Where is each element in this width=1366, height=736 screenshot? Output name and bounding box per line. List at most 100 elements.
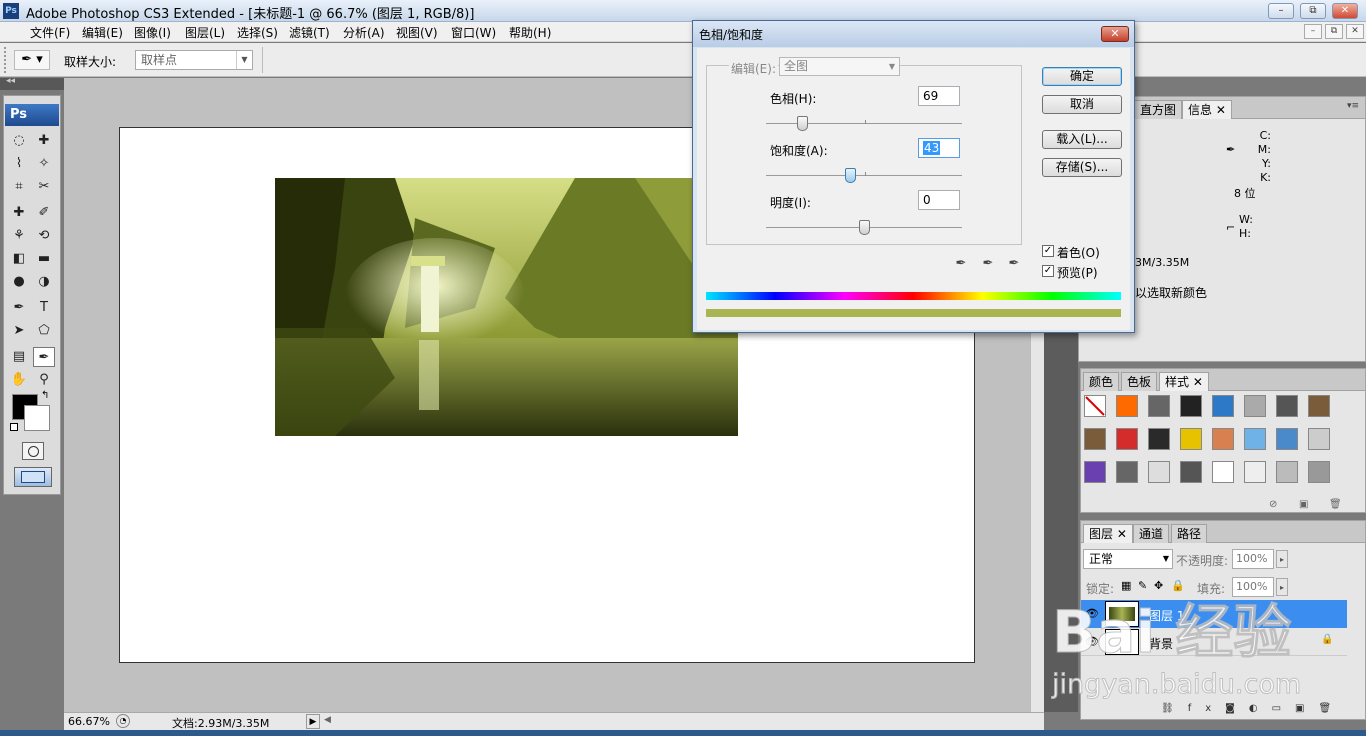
- lock-transparency-icon[interactable]: ▦: [1121, 579, 1131, 592]
- saturation-input[interactable]: 43: [918, 138, 960, 158]
- fx-icon[interactable]: fx: [1188, 703, 1225, 714]
- tool-preset-eyedropper-icon[interactable]: ✒ ▾: [14, 50, 50, 70]
- menu-edit[interactable]: 编辑(E): [79, 24, 126, 41]
- style-swatch[interactable]: [1180, 428, 1202, 450]
- delete-style-icon[interactable]: 🗑: [1329, 499, 1342, 510]
- zoom-level[interactable]: 66.67%: [68, 715, 110, 728]
- cancel-button[interactable]: 取消: [1042, 95, 1122, 114]
- tab-info[interactable]: 信息 ✕: [1182, 100, 1232, 119]
- style-swatch-none[interactable]: [1084, 395, 1106, 417]
- marquee-icon[interactable]: ◌: [8, 131, 30, 151]
- style-swatch[interactable]: [1116, 461, 1138, 483]
- blur-icon[interactable]: ●: [8, 272, 30, 292]
- style-swatch[interactable]: [1308, 395, 1330, 417]
- style-swatch[interactable]: [1084, 428, 1106, 450]
- menu-image[interactable]: 图像(I): [131, 24, 174, 41]
- preview-checkbox[interactable]: ✓: [1042, 265, 1054, 277]
- style-swatch[interactable]: [1180, 395, 1202, 417]
- menu-analysis[interactable]: 分析(A): [340, 24, 388, 41]
- tab-layers[interactable]: 图层 ✕: [1083, 524, 1133, 543]
- brush-icon[interactable]: ✐: [33, 203, 55, 223]
- scroll-left-icon[interactable]: ◀: [324, 715, 331, 725]
- layer-name[interactable]: 图层 1: [1149, 607, 1184, 624]
- style-swatch[interactable]: [1180, 461, 1202, 483]
- doc-restore-button[interactable]: ⧉: [1325, 24, 1343, 39]
- clear-style-icon[interactable]: ⊘: [1269, 499, 1277, 510]
- fill-input[interactable]: 100%: [1232, 577, 1274, 597]
- menu-window[interactable]: 窗口(W): [448, 24, 499, 41]
- tab-channels[interactable]: 通道: [1133, 524, 1170, 543]
- sample-size-select[interactable]: 取样点 ▼: [135, 50, 253, 70]
- doc-minimize-button[interactable]: –: [1304, 24, 1322, 39]
- tab-histogram[interactable]: 直方图: [1134, 100, 1183, 119]
- hue-input[interactable]: 69: [918, 86, 960, 106]
- group-icon[interactable]: ▭: [1272, 703, 1295, 714]
- quick-mask-icon[interactable]: [22, 442, 44, 460]
- tab-styles[interactable]: 样式 ✕: [1159, 372, 1209, 391]
- minimize-button[interactable]: –: [1268, 3, 1294, 19]
- waterfall-image-layer[interactable]: [275, 178, 738, 436]
- swap-colors-icon[interactable]: ↰: [41, 390, 49, 401]
- lightness-input[interactable]: 0: [918, 190, 960, 210]
- tab-color[interactable]: 颜色: [1083, 372, 1120, 391]
- crop-icon[interactable]: ⌗: [8, 177, 30, 197]
- style-swatch[interactable]: [1212, 395, 1234, 417]
- eyedropper-minus-icon[interactable]: ✒: [1005, 256, 1023, 274]
- hue-slider-thumb[interactable]: [797, 116, 808, 131]
- layer-name[interactable]: 背景: [1149, 635, 1173, 652]
- eraser-icon[interactable]: ◧: [8, 249, 30, 269]
- screen-mode-icon[interactable]: [14, 467, 52, 487]
- lock-paint-icon[interactable]: ✎: [1138, 579, 1147, 592]
- menu-file[interactable]: 文件(F): [27, 24, 73, 41]
- menu-filter[interactable]: 滤镜(T): [286, 24, 333, 41]
- style-swatch[interactable]: [1244, 395, 1266, 417]
- zoom-icon[interactable]: ⚲: [33, 370, 55, 390]
- gradient-icon[interactable]: ▬: [33, 249, 55, 269]
- hue-slider-track[interactable]: [766, 123, 962, 124]
- style-swatch[interactable]: [1276, 395, 1298, 417]
- menu-view[interactable]: 视图(V): [393, 24, 441, 41]
- tab-paths[interactable]: 路径: [1171, 524, 1208, 543]
- save-button[interactable]: 存储(S)...: [1042, 158, 1122, 177]
- tab-swatches[interactable]: 色板: [1121, 372, 1158, 391]
- toolbox-header[interactable]: ◂◂: [0, 76, 64, 90]
- visibility-eye-icon[interactable]: 👁: [1085, 607, 1099, 620]
- healing-icon[interactable]: ✚: [8, 203, 30, 223]
- fill-arrow-icon[interactable]: ▸: [1276, 578, 1288, 596]
- status-info-icon[interactable]: ◔: [116, 714, 130, 728]
- lock-all-icon[interactable]: 🔒: [1171, 579, 1185, 592]
- colorize-checkbox[interactable]: ✓: [1042, 245, 1054, 257]
- slice-icon[interactable]: ✂: [33, 177, 55, 197]
- clone-stamp-icon[interactable]: ⚘: [8, 226, 30, 246]
- menu-select[interactable]: 选择(S): [234, 24, 281, 41]
- shape-icon[interactable]: ⬠: [33, 321, 55, 341]
- style-swatch[interactable]: [1308, 428, 1330, 450]
- lock-move-icon[interactable]: ✥: [1154, 579, 1163, 592]
- new-layer-icon[interactable]: ▣: [1295, 703, 1318, 714]
- style-swatch[interactable]: [1308, 461, 1330, 483]
- link-icon[interactable]: ⛓: [1161, 703, 1188, 714]
- adjustment-icon[interactable]: ◐: [1249, 703, 1272, 714]
- panel-menu-icon[interactable]: ▾≡: [1347, 101, 1359, 111]
- pen-icon[interactable]: ✒: [8, 298, 30, 318]
- options-grip[interactable]: [4, 47, 8, 73]
- magic-wand-icon[interactable]: ✧: [33, 154, 55, 174]
- saturation-slider-thumb[interactable]: [845, 168, 856, 183]
- notes-icon[interactable]: ▤: [8, 347, 30, 367]
- path-select-icon[interactable]: ➤: [8, 321, 30, 341]
- style-swatch[interactable]: [1244, 461, 1266, 483]
- status-menu-arrow-icon[interactable]: ▶: [306, 714, 320, 729]
- style-swatch[interactable]: [1116, 395, 1138, 417]
- hand-icon[interactable]: ✋: [8, 370, 30, 390]
- lightness-slider-thumb[interactable]: [859, 220, 870, 235]
- layer-row-background[interactable]: 👁 背景 🔒: [1081, 628, 1347, 656]
- opacity-input[interactable]: 100%: [1232, 549, 1274, 569]
- preview-label[interactable]: 预览(P): [1057, 264, 1098, 281]
- menu-help[interactable]: 帮助(H): [506, 24, 554, 41]
- colorize-label[interactable]: 着色(O): [1057, 244, 1100, 261]
- mask-icon[interactable]: ◙: [1225, 703, 1249, 714]
- opacity-arrow-icon[interactable]: ▸: [1276, 550, 1288, 568]
- saturation-slider-track[interactable]: [766, 175, 962, 176]
- eyedropper-icon[interactable]: ✒: [33, 347, 55, 367]
- style-swatch[interactable]: [1084, 461, 1106, 483]
